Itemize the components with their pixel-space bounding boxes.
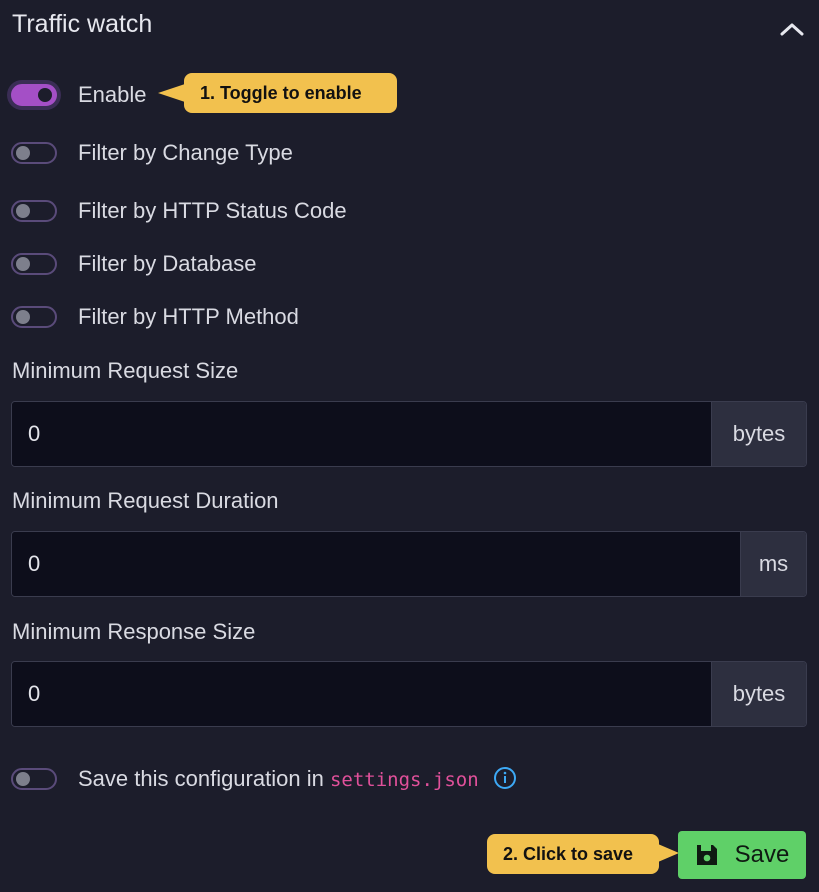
min-request-size-input[interactable]	[12, 402, 711, 466]
min-request-duration-group: ms	[11, 531, 807, 597]
status-code-row: Filter by HTTP Status Code	[11, 198, 347, 224]
save-hint-text: 2. Click to save	[503, 843, 634, 864]
status-code-toggle[interactable]	[11, 200, 57, 222]
save-config-toggle[interactable]	[11, 768, 57, 791]
change-type-row: Filter by Change Type	[11, 140, 293, 166]
toggle-knob	[16, 310, 30, 324]
enable-label: Enable	[78, 82, 147, 107]
save-button-label: Save	[734, 841, 790, 868]
chevron-up-icon	[780, 23, 804, 36]
toggle-knob	[16, 772, 30, 787]
min-request-duration-unit: ms	[740, 532, 806, 596]
save-config-row: Save this configuration in settings.json	[11, 766, 517, 792]
collapse-button[interactable]	[779, 18, 805, 40]
toggle-knob	[16, 146, 30, 160]
http-method-toggle[interactable]	[11, 306, 57, 328]
info-icon[interactable]	[493, 766, 517, 790]
min-request-size-label: Minimum Request Size	[12, 358, 239, 383]
toggle-hint-callout: 1. Toggle to enable	[158, 73, 397, 113]
save-button[interactable]: Save	[678, 831, 806, 879]
min-response-size-label: Minimum Response Size	[12, 619, 256, 644]
min-request-size-group: bytes	[11, 401, 807, 467]
change-type-toggle[interactable]	[11, 142, 57, 164]
http-method-row: Filter by HTTP Method	[11, 304, 299, 330]
database-row: Filter by Database	[11, 251, 257, 277]
toggle-knob	[16, 204, 30, 218]
save-config-text: Save this configuration in	[78, 766, 330, 791]
min-response-size-input[interactable]	[12, 662, 711, 726]
floppy-disk-icon	[695, 843, 719, 867]
min-response-size-unit: bytes	[711, 662, 806, 726]
enable-toggle[interactable]	[11, 84, 57, 106]
min-request-size-unit: bytes	[711, 402, 806, 466]
change-type-label: Filter by Change Type	[78, 140, 293, 165]
save-config-label: Save this configuration in settings.json	[78, 766, 517, 792]
database-label: Filter by Database	[78, 251, 257, 276]
http-method-label: Filter by HTTP Method	[78, 304, 299, 329]
database-toggle[interactable]	[11, 253, 57, 275]
status-code-label: Filter by HTTP Status Code	[78, 198, 347, 223]
settings-filename: settings.json	[329, 769, 479, 791]
min-request-duration-label: Minimum Request Duration	[12, 488, 279, 513]
min-response-size-group: bytes	[11, 661, 807, 727]
toggle-knob	[16, 257, 30, 271]
toggle-knob	[38, 88, 52, 102]
enable-row: Enable	[11, 82, 147, 108]
toggle-hint-text: 1. Toggle to enable	[200, 82, 362, 103]
min-request-duration-input[interactable]	[12, 532, 740, 596]
save-hint-callout: 2. Click to save	[487, 834, 679, 874]
panel-title: Traffic watch	[12, 10, 153, 38]
